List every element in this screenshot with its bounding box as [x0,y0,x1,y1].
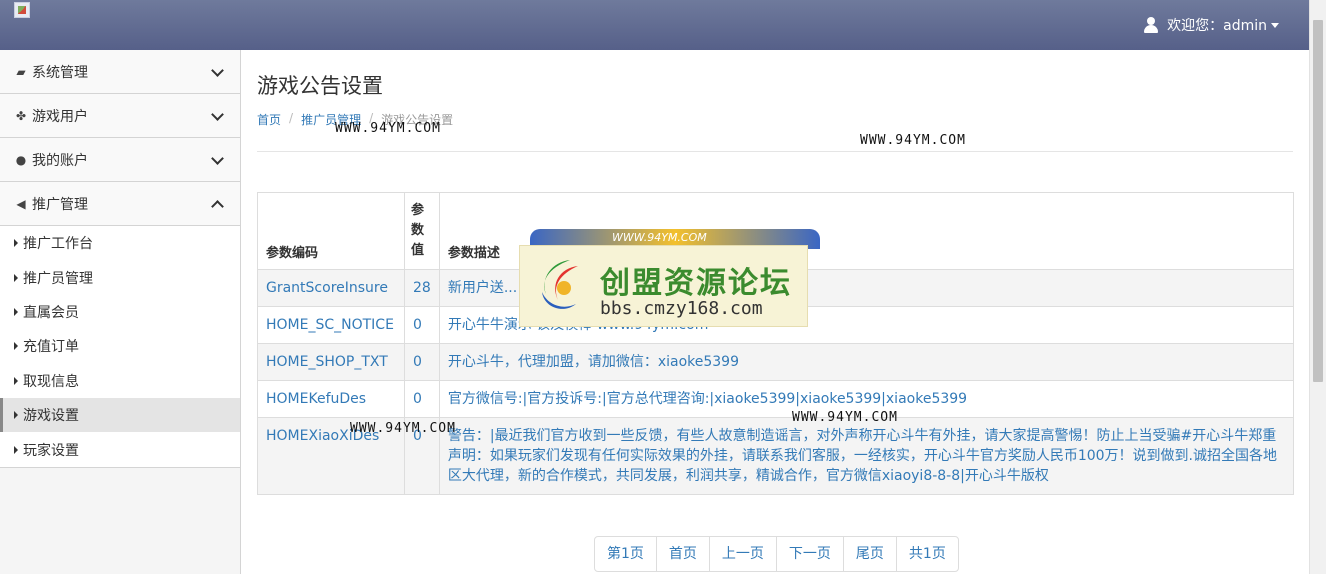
pager-prev[interactable]: 上一页 [708,536,777,572]
table-row: HOME_SHOP_TXT 0 开心斗牛，代理加盟，请加微信：xiaoke539… [257,343,1295,381]
cell-value[interactable]: 28 [404,269,440,307]
caret-right-icon [14,445,18,454]
sidebar-item-direct-members[interactable]: 直属会员 [0,295,240,329]
user-icon [1143,17,1159,33]
forum-logo-icon [542,260,578,309]
sidebar-item-player-settings[interactable]: 玩家设置 [0,432,240,466]
chevron-down-icon [211,108,224,121]
user-menu[interactable]: 欢迎您：admin [1143,15,1279,35]
sidebar-group-system[interactable]: ▰ 系统管理 [0,50,240,94]
pager-current-page[interactable]: 第1页 [594,536,657,572]
sidebar-item-label: 推广员管理 [23,270,93,287]
chevron-up-icon [211,200,224,213]
sidebar-group-label: 我的账户 [32,152,88,169]
welcome-text[interactable]: 欢迎您：admin [1167,15,1267,35]
watermark-banner: 创盟资源论坛 bbs.cmzy168.com [519,245,808,327]
breadcrumb-separator: / [289,111,294,125]
cell-value[interactable]: 0 [404,343,440,381]
sidebar-item-withdrawal-info[interactable]: 取现信息 [0,364,240,398]
caret-right-icon [14,376,18,385]
sidebar-group-promotion[interactable]: ◀ 推广管理 [0,182,240,226]
sidebar-item-game-settings[interactable]: 游戏设置 [0,397,240,433]
pager-total[interactable]: 共1页 [895,536,959,572]
table-row: HOMEKefuDes 0 官方微信号:|官方投诉号:|官方总代理咨询:|xia… [257,380,1295,418]
cell-value[interactable]: 0 [404,306,440,344]
pager-first[interactable]: 首页 [655,536,710,572]
top-navbar: 欢迎您：admin [0,0,1309,50]
sidebar-item-label: 玩家设置 [23,442,79,459]
pagination: 第1页 首页 上一页 下一页 尾页 共1页 [594,536,959,572]
cell-code[interactable]: HOMEKefuDes [257,380,405,418]
watermark-banner-domain: bbs.cmzy168.com [600,298,763,319]
promotion-submenu: 推广工作台 推广员管理 直属会员 充值订单 取现信息 游戏设置 玩家设置 [0,226,240,468]
user-icon: ● [15,152,27,167]
page-title: 游戏公告设置 [257,74,383,98]
sidebar-group-label: 游戏用户 [32,108,88,125]
caret-right-icon [14,342,18,351]
cell-code[interactable]: HOME_SHOP_TXT [257,343,405,381]
breadcrumb-home[interactable]: 首页 [257,111,281,128]
sidebar-item-label: 取现信息 [23,373,79,390]
cell-description[interactable]: 警告：|最近我们官方收到一些反馈，有些人故意制造谣言，对外声称开心斗牛有外挂，请… [438,417,1295,495]
briefcase-icon: ▰ [16,64,26,79]
watermark-banner-title: 创盟资源论坛 [600,266,792,301]
cell-value[interactable]: 0 [404,380,440,418]
bullhorn-icon: ◀ [16,196,26,211]
column-header-value: 参数值 [404,192,440,270]
column-header-code: 参数编码 [257,192,405,270]
sidebar-group-label: 推广管理 [32,196,88,213]
watermark-text: WWW.94YM.COM [350,421,456,436]
sidebar-item-label: 直属会员 [23,304,79,321]
sidebar-item-recharge-orders[interactable]: 充值订单 [0,329,240,363]
watermark-text: WWW.94YM.COM [335,121,441,136]
watermark-banner-url: WWW.94YM.COM [612,231,707,244]
pager-last[interactable]: 尾页 [842,536,897,572]
sidebar-group-game-users[interactable]: ✤ 游戏用户 [0,94,240,138]
sidebar-item-label: 充值订单 [23,339,79,356]
watermark-text: WWW.94YM.COM [860,133,966,148]
caret-right-icon [14,411,18,420]
watermark-text: WWW.94YM.COM [792,410,898,425]
sidebar-item-promo-dashboard[interactable]: 推广工作台 [0,226,240,260]
cell-description[interactable]: 开心斗牛，代理加盟，请加微信：xiaoke5399 [438,343,1295,381]
divider [257,151,1293,152]
sidebar-item-promoter-management[interactable]: 推广员管理 [0,260,240,294]
caret-right-icon [14,239,18,248]
sidebar-item-label: 推广工作台 [23,236,93,253]
caret-right-icon [14,307,18,316]
sidebar-item-label: 游戏设置 [23,408,79,425]
vertical-scrollbar[interactable] [1309,0,1326,574]
sidebar-group-label: 系统管理 [32,64,88,81]
gamepad-icon: ✤ [15,108,27,123]
caret-right-icon [14,273,18,282]
chevron-down-icon [211,64,224,77]
sidebar: ▰ 系统管理 ✤ 游戏用户 ● 我的账户 ◀ 推广管理 推广工作台 推广员管理 … [0,50,241,574]
chevron-down-icon [211,152,224,165]
cell-code[interactable]: HOME_SC_NOTICE [257,306,405,344]
pager-next[interactable]: 下一页 [775,536,844,572]
cell-code[interactable]: GrantScoreInsure [257,269,405,307]
caret-down-icon [1271,22,1279,28]
logo-image[interactable] [14,2,30,18]
scrollbar-thumb[interactable] [1313,20,1323,382]
sidebar-group-my-account[interactable]: ● 我的账户 [0,138,240,182]
